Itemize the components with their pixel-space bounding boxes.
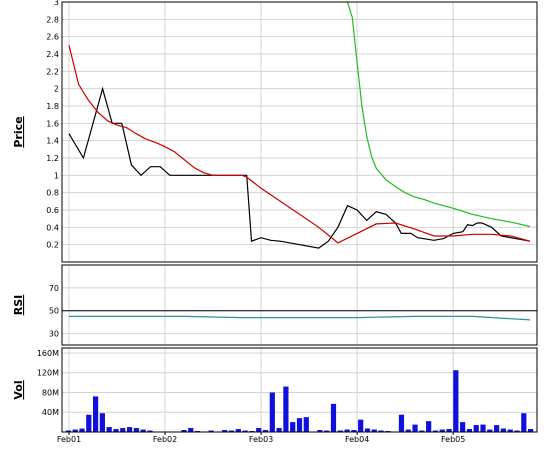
- price-y-tick-label: 1.6: [46, 119, 59, 128]
- rsi-frame: [62, 265, 537, 345]
- price-y-tick-label: 2.4: [46, 50, 59, 59]
- volume-bar: [277, 428, 282, 432]
- price-y-tick-label: 1: [54, 171, 59, 180]
- volume-bar: [290, 422, 295, 432]
- x-tick-label: Feb03: [249, 435, 273, 444]
- x-tick-label: Feb02: [153, 435, 177, 444]
- price-y-tick-label: 2.8: [46, 15, 59, 24]
- volume-bar: [474, 425, 479, 432]
- x-tick-label: Feb05: [441, 435, 465, 444]
- volume-bar: [521, 413, 526, 432]
- volume-bar: [358, 420, 363, 432]
- volume-y-tick-label: 80M: [42, 388, 59, 397]
- x-tick-label: Feb01: [57, 435, 81, 444]
- volume-bar: [134, 428, 139, 432]
- volume-bar: [86, 415, 91, 432]
- rsi-y-tick-label: 30: [49, 330, 59, 339]
- price-y-tick-label: 0.6: [46, 206, 59, 215]
- price-y-tick-label: 3: [54, 0, 59, 7]
- volume-bar: [460, 422, 465, 432]
- volume-bar: [501, 429, 506, 432]
- volume-bar: [365, 429, 370, 432]
- rsi-axis-label: RSI: [12, 295, 25, 316]
- volume-y-tick-label: 160M: [37, 349, 59, 358]
- volume-bar: [283, 387, 288, 432]
- price-y-tick-label: 1.2: [46, 154, 59, 163]
- volume-bar: [188, 428, 193, 432]
- volume-bar: [79, 429, 84, 432]
- volume-bar: [480, 425, 485, 432]
- volume-bar: [256, 428, 261, 432]
- price-panel: 0.2 0.4 0.6 0.8 1 1.2 1.4 1.6 1.8 2 2.2 2.4 2.6 2.8 3 P…: [12, 0, 537, 262]
- volume-bar: [426, 421, 431, 432]
- top-mask: [63, 0, 536, 2]
- volume-bar: [304, 417, 309, 432]
- volume-bar: [494, 425, 499, 432]
- x-tick-label: Feb04: [345, 435, 369, 444]
- rsi-y-tick-label: 50: [49, 307, 59, 316]
- volume-bar: [120, 428, 125, 432]
- volume-y-tick-label: 40M: [42, 408, 59, 417]
- price-y-tick-label: 2.2: [46, 67, 59, 76]
- stock-chart: 0.2 0.4 0.6 0.8 1 1.2 1.4 1.6 1.8 2 2.2 2.4 2.6 2.8 3 P…: [0, 0, 550, 448]
- volume-y-tick-label: 120M: [37, 369, 59, 378]
- price-y-tick-label: 0.4: [46, 223, 59, 232]
- rsi-y-tick-label: 70: [49, 284, 59, 293]
- rsi-panel: 30 50 70 RSI: [12, 265, 537, 345]
- price-y-tick-label: 0.2: [46, 241, 59, 250]
- volume-bar: [100, 413, 105, 432]
- volume-bar: [107, 427, 112, 432]
- price-series-line-1: [69, 45, 530, 243]
- volume-bar: [399, 415, 404, 432]
- volume-axis-label: Vol: [12, 380, 25, 399]
- chart-svg: 0.2 0.4 0.6 0.8 1 1.2 1.4 1.6 1.8 2 2.2 2.4 2.6 2.8 3 P…: [0, 0, 550, 448]
- volume-bar: [331, 404, 336, 432]
- rsi-series-line-0: [69, 316, 530, 320]
- price-axis-label: Price: [12, 116, 25, 147]
- volume-bar: [127, 427, 132, 432]
- volume-bar: [93, 396, 98, 432]
- price-y-tick-label: 0.8: [46, 189, 59, 198]
- volume-bar: [297, 418, 302, 432]
- volume-bar: [270, 392, 275, 432]
- volume-panel: 40M 80M 120M 160M Vol: [12, 348, 537, 432]
- volume-bar: [412, 425, 417, 432]
- volume-bar: [453, 370, 458, 432]
- price-y-tick-label: 1.4: [46, 137, 59, 146]
- price-y-tick-label: 2: [54, 85, 59, 94]
- price-series-line-0: [69, 89, 530, 248]
- price-y-tick-label: 1.8: [46, 102, 59, 111]
- price-y-tick-label: 2.6: [46, 33, 59, 42]
